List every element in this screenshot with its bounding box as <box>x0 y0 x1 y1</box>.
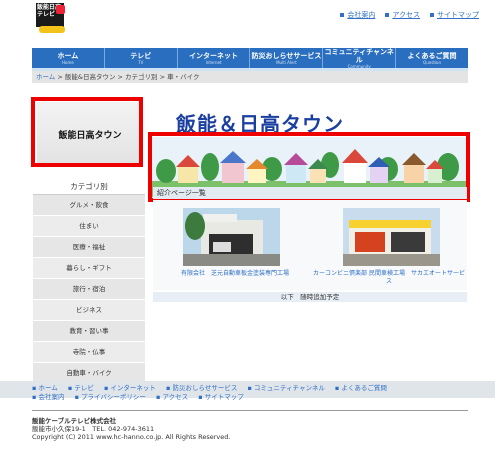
footer-link-company[interactable]: ▪ 会社案内 <box>32 393 68 401</box>
listing-grid: 有限会社 芝元自動車板金塗装専門工場 カーコンビニ倶楽部 民間車検工場 サカエオ… <box>153 200 467 290</box>
footer-links: ▪ ホーム ▪ テレビ ▪ インターネット ▪ 防災おしらせサービス ▪ コミュ… <box>32 384 395 402</box>
nav-faq[interactable]: よくあるご質問 Question <box>396 48 468 68</box>
car-shop-photo <box>343 208 440 266</box>
category-item-housing[interactable]: 住まい <box>33 216 145 237</box>
header-link-company[interactable]: 会社案内 <box>340 10 375 20</box>
listing-photo-shibamoto[interactable] <box>183 208 280 266</box>
bullet-icon <box>430 13 434 17</box>
footer-link-access[interactable]: ▪ アクセス <box>156 393 192 401</box>
category-item-medical[interactable]: 医療・福祉 <box>33 237 145 258</box>
breadcrumb: ホーム > 飯能&日高タウン > カテゴリ別 > 車・バイク <box>32 71 468 83</box>
nav-home[interactable]: ホーム Home <box>32 48 105 68</box>
footer-link-sitemap[interactable]: ▪ サイトマップ <box>198 393 247 401</box>
company-info: 飯能ケーブルテレビ株式会社 飯能市小久保19-1 TEL. 042-974-36… <box>32 417 230 441</box>
header-link-sitemap[interactable]: サイトマップ <box>430 10 479 20</box>
logo-tag-icon <box>39 26 65 33</box>
copyright: Copyright (C) 2011 www.hc-hanno.co.jp. A… <box>32 433 231 441</box>
category-item-gourmet[interactable]: グルメ・飲食 <box>33 195 145 216</box>
nav-community[interactable]: コミュニティチャンネル Community <box>323 48 397 69</box>
highlight-box <box>31 97 143 167</box>
nav-tv[interactable]: テレビ TV <box>105 48 178 68</box>
nav-internet[interactable]: インターネット Internet <box>178 48 251 68</box>
breadcrumb-home-link[interactable]: ホーム <box>36 73 55 81</box>
company-address: 飯能市小久保19-1 TEL. 042-974-3611 <box>32 425 155 433</box>
category-item-living[interactable]: 暮らし・ギフト <box>33 258 145 279</box>
header-links: 会社案内 アクセス サイトマップ <box>340 10 479 20</box>
section-heading-text: 紹介ページ一覧 <box>157 189 206 197</box>
category-item-education[interactable]: 教育・習い事 <box>33 321 145 342</box>
more-notice: 以下 随時追加予定 <box>153 292 467 302</box>
listing-caption-sakae[interactable]: カーコンビニ倶楽部 民間車検工場 サカエオートサービス <box>311 270 467 286</box>
header-link-access[interactable]: アクセス <box>385 10 420 20</box>
site-logo[interactable]: 飯能日高テレビ <box>34 2 68 35</box>
main-nav: ホーム Home テレビ TV インターネット Internet 防災おしらせサービス… <box>32 48 468 69</box>
footer-link-alert[interactable]: ▪ 防災おしらせサービス <box>166 384 241 392</box>
footer-link-privacy[interactable]: ▪ プライバシーポリシー <box>75 393 150 401</box>
footer-link-home[interactable]: ▪ ホーム <box>32 384 62 392</box>
listing-photo-sakae[interactable] <box>343 208 440 266</box>
nav-alert[interactable]: 防災おしらせサービス Multi Alert <box>250 48 324 68</box>
footer-divider <box>32 410 468 411</box>
category-item-travel[interactable]: 旅行・宿泊 <box>33 279 145 300</box>
breadcrumb-trail: > 飯能&日高タウン > カテゴリ別 > 車・バイク <box>55 73 200 81</box>
logo-mark-icon <box>56 5 65 14</box>
footer-link-community[interactable]: ▪ コミュニティチャンネル <box>247 384 328 392</box>
category-item-business[interactable]: ビジネス <box>33 300 145 321</box>
section-heading: 紹介ページ一覧 <box>153 187 467 199</box>
company-name: 飯能ケーブルテレビ株式会社 <box>32 417 117 425</box>
category-heading: カテゴリ別 <box>33 180 145 195</box>
category-item-temple[interactable]: 寺院・仏事 <box>33 342 145 363</box>
listing-caption-shibamoto[interactable]: 有限会社 芝元自動車板金塗装専門工場 <box>171 270 299 278</box>
bullet-icon <box>385 13 390 17</box>
footer-link-internet[interactable]: ▪ インターネット <box>104 384 160 392</box>
footer-link-tv[interactable]: ▪ テレビ <box>68 384 98 392</box>
footer-link-faq[interactable]: ▪ よくあるご質問 <box>335 384 391 392</box>
category-list: グルメ・飲食 住まい 医療・福祉 暮らし・ギフト 旅行・宿泊 ビジネス 教育・習… <box>33 195 145 384</box>
bullet-icon <box>340 13 345 17</box>
garage-photo <box>183 208 280 266</box>
